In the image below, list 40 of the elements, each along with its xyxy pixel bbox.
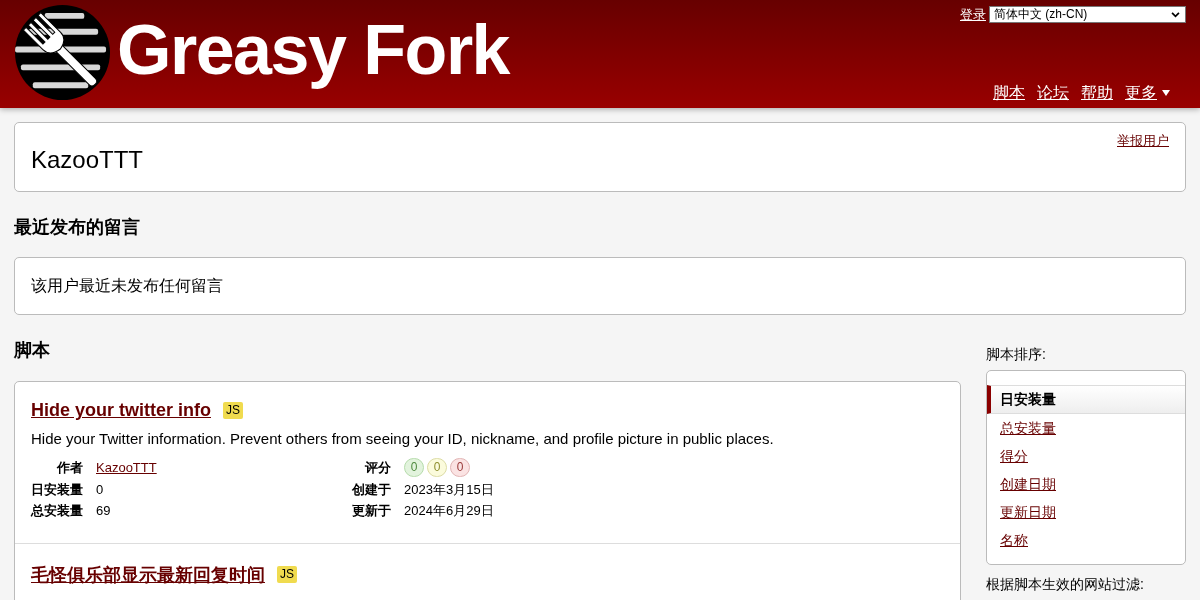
author-link[interactable]: KazooTTT	[96, 460, 157, 475]
report-link[interactable]: 举报用户	[1117, 133, 1169, 149]
stat-value: 2023年3月15日	[404, 481, 494, 497]
stat-label: 日安装量	[31, 480, 83, 499]
nav-link[interactable]: 论坛	[1037, 83, 1069, 103]
section-heading: 脚本	[14, 339, 51, 362]
sort-option[interactable]: 名称	[987, 526, 1185, 554]
stat-value: 69	[96, 503, 111, 518]
stat-value: 2024年6月29日	[404, 503, 494, 518]
chevron-icon	[1171, 11, 1180, 18]
sort-option[interactable]: 创建日期	[987, 470, 1185, 498]
stat-label: 总安装量	[31, 502, 83, 520]
section-heading: 最近发布的留言	[14, 216, 141, 239]
logo-icon[interactable]	[15, 5, 110, 100]
stat-value: 0	[96, 481, 104, 497]
good-rating-count: 0	[404, 458, 424, 478]
sort-option[interactable]: 得分	[987, 442, 1185, 470]
user-name: KazooTTT	[31, 145, 144, 175]
ok-rating-count: 0	[427, 458, 447, 478]
script-title-link[interactable]: Hide your twitter info	[31, 398, 211, 422]
stat-label: 评分	[364, 459, 391, 477]
filter-label: 根据脚本生效的网站过滤:	[986, 576, 1145, 592]
nav-link[interactable]: 更多	[1125, 83, 1170, 103]
script-type-badge: JS	[223, 401, 243, 419]
stat-label: 创建于	[351, 480, 391, 499]
bad-rating-count: 0	[450, 458, 470, 478]
empty-message: 该用户最近未发布任何留言	[31, 276, 224, 296]
script-description: Hide your Twitter information. Prevent others from seeing your ID, nickname, and profile picture in public places.	[31, 429, 775, 449]
nav-link[interactable]: 帮助	[1081, 83, 1113, 103]
stat-label: 更新于	[351, 502, 391, 520]
sort-option[interactable]: 总安装量	[987, 414, 1185, 442]
language-select[interactable]: 简体中文 (zh-CN)	[989, 6, 1186, 23]
script-title-link[interactable]: 毛怪俱乐部显示最新回复时间	[31, 562, 265, 587]
sort-option[interactable]: 更新日期	[987, 498, 1185, 526]
login-link[interactable]: 登录	[960, 6, 986, 23]
script-type-badge: JS	[277, 566, 297, 583]
stat-label: 作者	[55, 459, 83, 477]
nav-link[interactable]: 脚本	[993, 83, 1025, 103]
sort-label: 脚本排序:	[986, 346, 1047, 362]
sort-option[interactable]: 日安装量	[987, 385, 1185, 414]
